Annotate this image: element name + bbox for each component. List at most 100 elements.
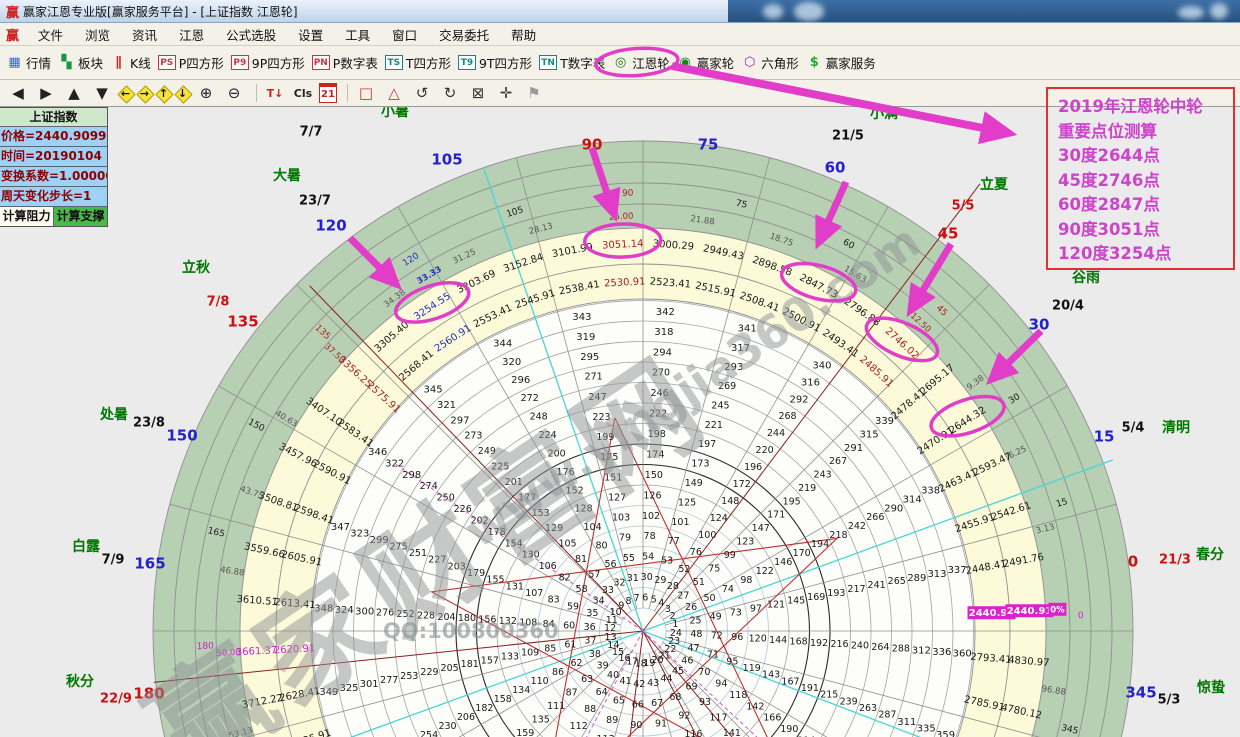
svg-text:87: 87 [566,687,578,698]
quotes-table-icon: ▦ [6,55,23,70]
svg-text:105: 105 [558,539,576,550]
up-arrow-icon[interactable]: ▲ [62,83,86,103]
p9-badge-icon: P9 [231,55,249,70]
toolbar-button-9P四方形[interactable]: P99P四方形 [231,53,305,72]
down-arrow-icon[interactable]: ▼ [90,83,114,103]
delete-box-icon[interactable]: ⊠ [466,83,490,103]
svg-text:2620.91: 2620.91 [274,643,316,656]
prev-arrow-icon[interactable]: ◀ [6,83,30,103]
menu-item-3[interactable]: 江恩 [168,25,215,44]
svg-text:124: 124 [710,513,728,524]
svg-text:290: 290 [884,504,903,515]
calendar-icon[interactable]: 21 [319,83,337,103]
toolbar-button-六角形[interactable]: ⬡六角形 [741,53,799,72]
menu-logo-icon: 赢 [0,25,27,44]
svg-text:93: 93 [699,697,711,708]
calc-support-button[interactable]: 计算支撑 [54,207,107,226]
svg-text:108: 108 [519,617,537,628]
svg-text:3051.14: 3051.14 [602,238,644,251]
pan-down-icon[interactable]: ↓ [175,86,190,101]
zoom-in-icon[interactable]: ⊕ [194,83,218,103]
rotate-cw-icon[interactable]: ↻ [438,83,462,103]
toolbar-button-T四方形[interactable]: TST四方形 [385,53,451,72]
svg-text:77: 77 [668,536,680,547]
svg-text:251: 251 [409,548,427,559]
svg-text:小满: 小满 [870,107,898,122]
svg-text:26: 26 [685,602,697,613]
svg-text:297: 297 [450,415,469,426]
rotate-ccw-icon[interactable]: ↺ [410,83,434,103]
svg-text:135: 135 [227,313,258,331]
svg-text:324: 324 [335,605,354,616]
svg-text:202: 202 [471,515,489,526]
price-axis-icon[interactable]: T↓ [263,83,287,103]
menu-item-6[interactable]: 工具 [334,25,381,44]
pn-badge-icon: PN [312,55,330,70]
svg-text:33: 33 [602,585,614,596]
pan-left-icon[interactable]: ← [118,86,133,101]
cls-icon[interactable]: Cls [291,83,315,103]
toolbar-button-T数字表[interactable]: TNT数字表 [539,53,605,72]
svg-text:83: 83 [548,595,560,606]
center-cross-icon[interactable]: ✛ [494,83,518,103]
svg-text:45: 45 [672,666,684,677]
menu-item-0[interactable]: 文件 [27,25,74,44]
svg-text:313: 313 [927,569,946,580]
svg-text:168: 168 [790,636,808,647]
menu-item-4[interactable]: 公式选股 [215,25,287,44]
svg-text:270: 270 [652,368,670,379]
menu-item-8[interactable]: 交易委托 [428,25,500,44]
svg-text:21/3: 21/3 [1159,553,1191,568]
svg-text:192: 192 [810,638,828,649]
toolbar-label: 9T四方形 [479,53,532,72]
svg-text:195: 195 [783,496,801,507]
toolbar-button-板块[interactable]: ▚板块 [58,53,103,72]
t9-badge-icon: T9 [458,55,476,70]
toolbar-button-P数字表[interactable]: PNP数字表 [312,53,378,72]
svg-text:82: 82 [559,573,571,584]
price-row: 价格=2440.9099 [0,127,107,147]
toolbar-button-K线[interactable]: ∥K线 [110,53,151,72]
pan-up-icon[interactable]: ↑ [156,86,171,101]
svg-text:225: 225 [491,461,509,472]
svg-text:158: 158 [494,694,512,705]
svg-text:321: 321 [437,400,456,411]
svg-text:264: 264 [871,642,889,653]
menu-item-1[interactable]: 浏览 [74,25,121,44]
toolbar-button-P四方形[interactable]: PSP四方形 [158,53,224,72]
svg-text:74: 74 [722,584,734,595]
svg-text:128: 128 [575,504,593,515]
toolbar-label: K线 [130,53,151,72]
menu-item-7[interactable]: 窗口 [381,25,428,44]
toolbar-button-9T四方形[interactable]: T99T四方形 [458,53,532,72]
svg-text:112: 112 [570,721,588,732]
triangle-tool-icon[interactable]: △ [382,83,406,103]
toolbar-button-行情[interactable]: ▦行情 [6,53,51,72]
toolbar-label: 行情 [26,53,51,72]
svg-text:174: 174 [646,449,664,460]
svg-text:37: 37 [584,636,596,647]
svg-text:248: 248 [530,412,548,423]
pan-right-icon[interactable]: → [137,86,152,101]
toolbar-button-江恩轮[interactable]: ◎江恩轮 [612,53,670,72]
svg-text:75: 75 [698,136,719,154]
toolbar-button-赢家轮[interactable]: ◉赢家轮 [677,53,735,72]
zoom-out-icon[interactable]: ⊖ [222,83,246,103]
svg-text:346: 346 [368,447,387,458]
pin-icon[interactable]: ⚑ [522,83,546,103]
svg-text:340: 340 [812,361,831,372]
svg-text:58: 58 [576,584,588,595]
svg-text:171: 171 [767,510,785,521]
svg-text:268: 268 [778,411,796,422]
calc-resistance-button[interactable]: 计算阻力 [0,207,54,226]
svg-text:60: 60 [825,159,846,177]
rect-tool-icon[interactable]: □ [354,83,378,103]
next-arrow-icon[interactable]: ▶ [34,83,58,103]
menu-item-5[interactable]: 设置 [287,25,334,44]
toolbar-button-赢家服务[interactable]: $赢家服务 [806,53,876,72]
svg-text:70: 70 [698,667,710,678]
menu-item-9[interactable]: 帮助 [500,25,547,44]
svg-text:90: 90 [622,189,634,199]
app-logo-icon: 赢 [0,2,23,21]
menu-item-2[interactable]: 资讯 [121,25,168,44]
